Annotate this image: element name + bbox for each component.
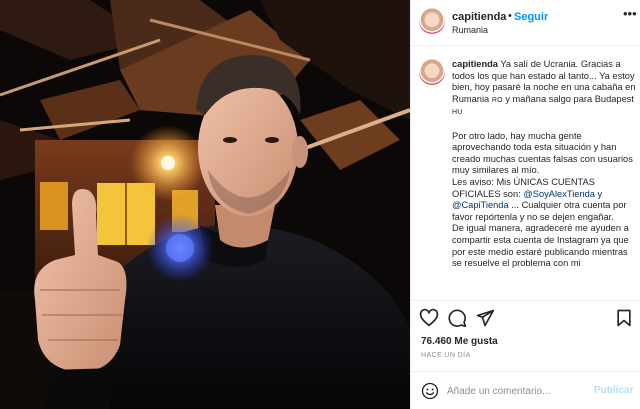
mention-capitienda[interactable]: @CapiTienda <box>452 200 509 210</box>
post-side-panel: capitienda • Seguir Rumania ••• capitien… <box>410 0 640 409</box>
more-options-icon[interactable]: ••• <box>623 6 637 21</box>
caption-paragraph-2: Por otro lado, hay mucha gente aprovecha… <box>452 130 633 176</box>
profile-avatar[interactable] <box>419 8 445 34</box>
username-link[interactable]: capitienda <box>452 11 506 23</box>
likes-count[interactable]: 76.460 Me gusta <box>421 336 498 347</box>
publish-button[interactable]: Publicar <box>594 385 633 396</box>
caption-avatar[interactable] <box>419 59 445 85</box>
share-icon[interactable] <box>475 308 495 328</box>
caption-paragraph-4: De igual manera, agradeceré me ayuden a … <box>452 223 629 269</box>
heart-icon[interactable] <box>419 308 439 328</box>
follow-button[interactable]: Seguir <box>514 11 548 23</box>
romania-flag-icon: RO <box>491 96 503 104</box>
post-photo[interactable] <box>0 0 410 409</box>
action-bar <box>411 300 640 334</box>
caption-section: capitienda Ya salí de Ucrania. Gracias a… <box>411 47 640 300</box>
comment-icon[interactable] <box>447 308 467 328</box>
mention-soyalextienda[interactable]: @SoyAlexTienda <box>523 189 595 199</box>
post-timestamp[interactable]: HACE UN DÍA <box>421 352 471 359</box>
caption-username[interactable]: capitienda <box>452 59 498 69</box>
post-header: capitienda • Seguir Rumania ••• <box>411 0 640 46</box>
emoji-icon[interactable] <box>421 382 439 400</box>
caption-paragraph-1b: y mañana salgo para Budapest <box>505 93 635 104</box>
caption-text: capitienda Ya salí de Ucrania. Gracias a… <box>452 59 638 270</box>
location-link[interactable]: Rumania <box>452 25 488 35</box>
comment-box: Publicar <box>411 371 640 409</box>
separator-dot: • <box>508 10 512 22</box>
caption-conjunction: y <box>597 188 603 199</box>
hungary-flag-icon: HU <box>452 109 463 117</box>
bookmark-icon[interactable] <box>614 308 634 328</box>
comment-input[interactable] <box>447 382 587 400</box>
selfie-cabin-image <box>0 0 410 409</box>
